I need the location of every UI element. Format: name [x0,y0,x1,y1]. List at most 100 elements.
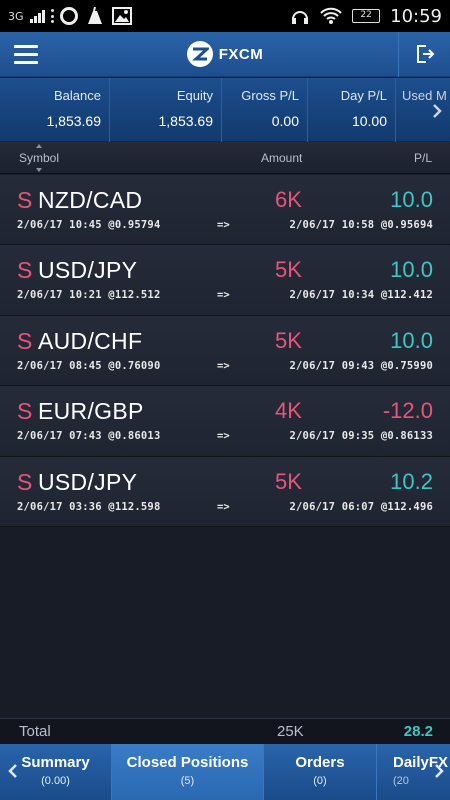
menu-button[interactable] [0,32,52,77]
status-bar: 3G 22 10:59 [0,0,450,32]
open-details: 2/06/17 07:43 @0.86013 [17,430,161,443]
sort-up-icon [36,144,42,148]
headphones-icon [292,11,309,24]
equity-label: Equity [176,88,213,103]
close-details: 2/06/17 10:34 @112.412 [289,289,433,302]
position-amount: 6K [275,187,302,212]
total-label: Total [19,723,51,740]
scroll-left-icon[interactable] [8,764,18,778]
currency-pair: USD/JPY [38,257,138,284]
totals-bar: Total 25K 28.2 [0,718,450,744]
notification-ring-icon [59,7,78,25]
total-amount: 25K [277,723,304,740]
currency-pair: USD/JPY [38,468,138,495]
position-amount: 5K [275,468,302,494]
position-row[interactable]: S USD/JPY 5K 10.2 2/06/17 03:36 @112.598… [0,456,450,527]
scroll-right-icon[interactable] [432,104,442,118]
sort-down-icon [36,168,42,172]
close-details: 2/06/17 09:43 @0.75990 [289,359,433,372]
scroll-right-tabs-icon[interactable] [434,764,444,778]
fxcm-logo-icon [186,41,213,67]
currency-pair: EUR/GBP [38,398,144,425]
position-amount: 5K [275,327,302,353]
fxcm-app-screen: 3G 22 10:59 FXCM Balance 1,853.69 Equity… [0,0,450,800]
side-indicator: S [17,327,33,354]
position-row[interactable]: S NZD/CAD 6K 10.0 2/06/17 10:45 @0.95794… [0,175,450,246]
open-details: 2/06/17 10:45 @0.95794 [17,219,161,231]
bottom-tab-bar: Summary (0.00) Closed Positions (5) Orde… [0,744,450,800]
day-pl-value: 10.00 [351,113,387,129]
positions-column-header: Symbol Amount P/L [0,142,450,174]
tab-orders[interactable]: Orders (0) [264,744,377,800]
currency-pair: AUD/CHF [38,327,143,354]
tab-label: Orders [295,754,345,771]
status-clock: 10:59 [390,5,442,27]
network-type: 3G [8,9,24,23]
open-details: 2/06/17 10:21 @112.512 [17,289,161,302]
transition-arrow: => [217,500,230,513]
side-indicator: S [17,187,33,213]
equity-metric: Equity 1,853.69 [110,78,222,142]
status-left: 3G [8,7,132,25]
total-pl: 28.2 [403,723,433,740]
image-icon [111,7,132,25]
day-pl-label: Day P/L [340,88,387,103]
side-indicator: S [17,257,33,284]
logout-icon [416,45,434,63]
position-row[interactable]: S EUR/GBP 4K -12.0 2/06/17 07:43 @0.8601… [0,386,450,457]
day-pl-metric: Day P/L 10.00 [308,78,396,142]
status-right: 22 10:59 [290,6,442,27]
pl-column-header[interactable]: P/L [414,151,432,165]
wifi-icon [320,7,342,24]
tab-count: (0) [313,775,327,787]
position-pl: -12.0 [382,398,433,424]
position-pl: 10.2 [390,468,433,494]
equity-value: 1,853.69 [158,113,214,129]
close-details: 2/06/17 06:07 @112.496 [289,500,433,513]
hamburger-icon [14,44,38,48]
position-amount: 4K [275,398,302,424]
close-details: 2/06/17 09:35 @0.86133 [289,430,433,443]
position-amount: 5K [275,257,302,283]
balance-value: 1,853.69 [46,113,102,129]
currency-pair: NZD/CAD [38,187,143,213]
position-row[interactable]: S AUD/CHF 5K 10.0 2/06/17 08:45 @0.76090… [0,315,450,387]
open-details: 2/06/17 08:45 @0.76090 [17,359,161,372]
open-details: 2/06/17 03:36 @112.598 [17,500,161,513]
position-pl: 10.0 [390,327,433,353]
logout-button[interactable] [398,31,450,77]
transition-arrow: => [217,219,230,231]
transition-arrow: => [217,430,230,443]
position-row[interactable]: S USD/JPY 5K 10.0 2/06/17 10:21 @112.512… [0,245,450,316]
transition-arrow: => [217,289,230,302]
used-margin-metric: Used M [396,78,450,142]
empty-list-area [0,528,450,718]
close-details: 2/06/17 10:58 @0.95694 [289,219,433,231]
position-pl: 10.0 [390,257,433,283]
side-indicator: S [17,398,33,425]
side-indicator: S [17,468,33,495]
transition-arrow: => [217,359,230,372]
gross-pl-label: Gross P/L [241,88,299,103]
balance-label: Balance [54,88,101,103]
more-dots-icon [50,9,54,23]
tab-label: Closed Positions [126,754,249,771]
closed-positions-list: S NZD/CAD 6K 10.0 2/06/17 10:45 @0.95794… [0,175,450,527]
symbol-column-header[interactable]: Symbol [19,151,59,165]
tab-dailyfx[interactable]: DailyFX (20 [377,744,450,800]
account-summary-strip[interactable]: Balance 1,853.69 Equity 1,853.69 Gross P… [0,78,450,142]
balance-metric: Balance 1,853.69 [0,78,110,142]
brand-logo: FXCM [52,41,398,67]
signal-icon [29,9,45,23]
amount-column-header[interactable]: Amount [261,151,302,165]
gross-pl-metric: Gross P/L 0.00 [222,78,308,142]
position-pl: 10.0 [390,187,433,212]
gross-pl-value: 0.00 [271,113,299,129]
tab-closed-positions[interactable]: Closed Positions (5) [112,744,264,800]
app-header: FXCM [0,31,450,77]
tab-summary[interactable]: Summary (0.00) [0,744,112,800]
battery-icon: 22 [352,9,381,23]
tab-count: (5) [180,775,195,787]
brand-name: FXCM [218,45,264,63]
cleaner-icon [87,7,102,24]
